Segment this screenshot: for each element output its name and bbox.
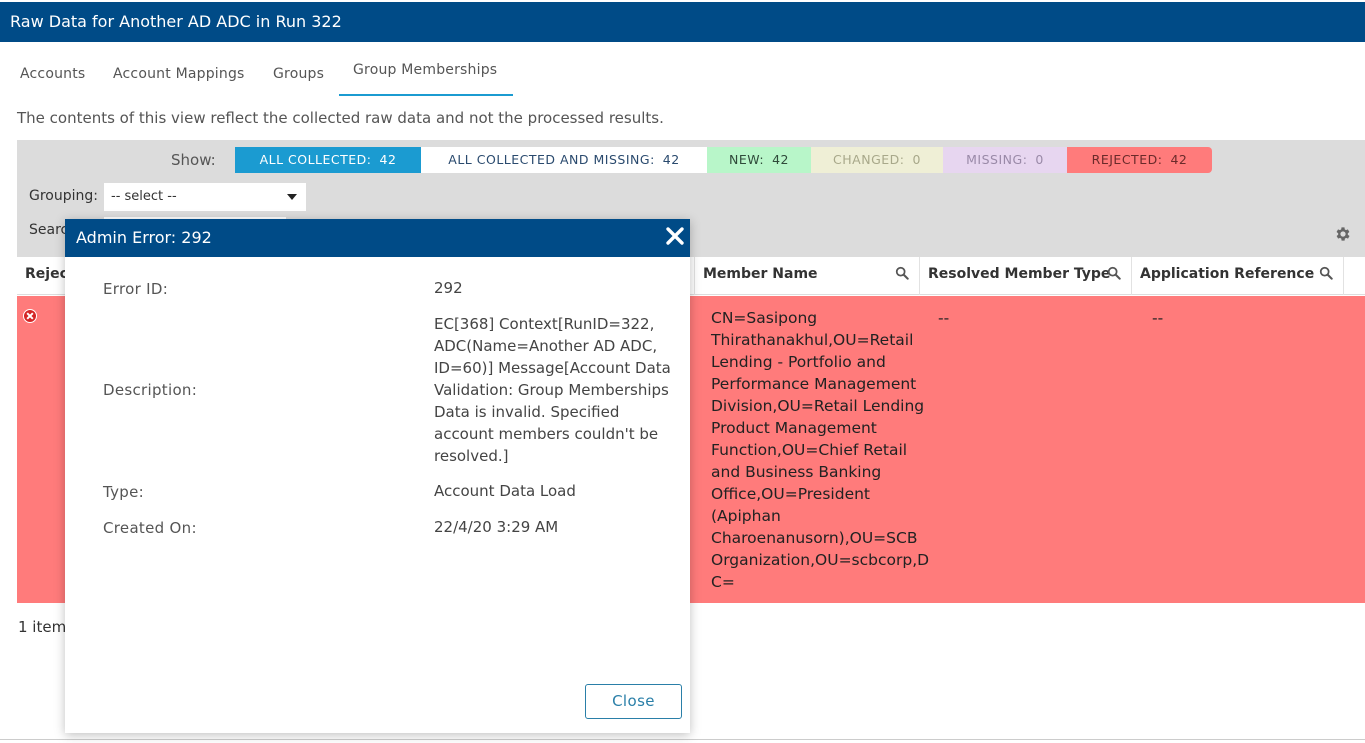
cell-application-reference: -- xyxy=(1152,309,1164,327)
description-line: EC[368] Context[RunID=322, xyxy=(434,315,655,333)
chip-count: 42 xyxy=(379,152,397,167)
chip-count: 0 xyxy=(1035,152,1044,167)
member-name-line: Charoenanusorn),OU=SCB xyxy=(711,529,918,547)
description-line: ADC(Name=Another AD ADC, xyxy=(434,337,658,355)
active-tab-underline xyxy=(339,94,513,96)
column-header-member-name[interactable]: Member Name xyxy=(695,257,920,295)
member-name-line: (Apiphan xyxy=(711,507,781,525)
member-name-line: Division,OU=Retail Lending xyxy=(711,397,925,415)
tab-groups[interactable]: Groups xyxy=(273,66,324,82)
member-name-line: Function,OU=Chief Retail xyxy=(711,441,908,459)
admin-error-dialog: Admin Error: 292 Error ID: 292 Descripti… xyxy=(65,219,690,733)
chip-new[interactable]: NEW: 42 xyxy=(707,147,811,173)
description-line: account members couldn't be xyxy=(434,425,659,443)
magnifier-icon[interactable] xyxy=(1107,266,1121,280)
cell-resolved-member-type: -- xyxy=(938,309,950,327)
chip-label: NEW: xyxy=(729,152,765,167)
chip-count: 42 xyxy=(1170,152,1188,167)
description-label: Description: xyxy=(103,381,198,399)
chip-count: 42 xyxy=(662,152,680,167)
dialog-title: Admin Error: 292 xyxy=(65,219,690,257)
chip-label: MISSING: xyxy=(966,152,1028,167)
description-line: Validation: Group Memberships xyxy=(434,381,669,399)
type-label: Type: xyxy=(103,483,145,501)
chip-missing[interactable]: MISSING: 0 xyxy=(943,147,1067,173)
magnifier-icon[interactable] xyxy=(895,266,909,280)
description-line: Data is invalid. Specified xyxy=(434,403,620,421)
divider xyxy=(0,739,1365,740)
gear-icon[interactable] xyxy=(1334,225,1352,243)
grouping-label: Grouping: xyxy=(29,188,98,204)
close-x-icon[interactable] xyxy=(665,226,685,246)
search-label: Searc xyxy=(29,222,69,238)
item-count: 1 item xyxy=(18,618,67,636)
created-on-label: Created On: xyxy=(103,519,197,537)
chip-changed[interactable]: CHANGED: 0 xyxy=(811,147,943,173)
description-value: EC[368] Context[RunID=322, ADC(Name=Anot… xyxy=(434,313,674,467)
type-value: Account Data Load xyxy=(434,482,576,500)
chip-all-collected[interactable]: ALL COLLECTED: 42 xyxy=(235,147,421,173)
error-id-label: Error ID: xyxy=(103,280,169,298)
window-title: Raw Data for Another AD ADC in Run 322 xyxy=(0,2,1365,42)
column-header-label: Member Name xyxy=(703,266,818,282)
description-line: ID=60)] Message[Account Data xyxy=(434,359,671,377)
chip-all-collected-and-missing[interactable]: ALL COLLECTED AND MISSING: 42 xyxy=(421,147,707,173)
chip-label: REJECTED: xyxy=(1091,152,1163,167)
column-header-label: Application Reference xyxy=(1140,266,1315,282)
member-name-line: Product Management xyxy=(711,419,877,437)
grouping-select[interactable]: -- select -- xyxy=(104,183,306,211)
close-button[interactable]: Close xyxy=(585,684,682,719)
member-name-line: Thirathanakhul,OU=Retail xyxy=(711,331,914,349)
grouping-select-value: -- select -- xyxy=(111,189,177,204)
description-line: resolved.] xyxy=(434,447,509,465)
info-text: The contents of this view reflect the co… xyxy=(17,109,664,127)
show-label: Show: xyxy=(171,151,216,169)
error-id-value: 292 xyxy=(434,279,463,297)
member-name-line: and Business Banking xyxy=(711,463,882,481)
created-on-value: 22/4/20 3:29 AM xyxy=(434,518,559,536)
member-name-line: C= xyxy=(711,573,735,591)
chevron-down-icon xyxy=(287,194,297,200)
tab-accounts[interactable]: Accounts xyxy=(20,66,85,82)
chip-count: 42 xyxy=(772,152,789,167)
chip-rejected[interactable]: REJECTED: 42 xyxy=(1067,147,1212,173)
error-circle-icon[interactable] xyxy=(23,309,37,323)
member-name-line: Organization,OU=scbcorp,D xyxy=(711,551,930,569)
column-header-resolved-member-type[interactable]: Resolved Member Type xyxy=(920,257,1132,295)
member-name-line: Office,OU=President xyxy=(711,485,871,503)
chip-label: ALL COLLECTED: xyxy=(259,152,372,167)
tab-group-memberships[interactable]: Group Memberships xyxy=(353,62,497,78)
member-name-line: Lending - Portfolio and xyxy=(711,353,886,371)
chip-count: 0 xyxy=(912,152,921,167)
tab-account-mappings[interactable]: Account Mappings xyxy=(113,66,245,82)
chip-label: CHANGED: xyxy=(833,152,905,167)
tab-bar: Accounts Account Mappings Groups Group M… xyxy=(0,42,1365,96)
chip-label: ALL COLLECTED AND MISSING: xyxy=(448,152,655,167)
member-name-line: Performance Management xyxy=(711,375,917,393)
cell-member-name: CN=Sasipong Thirathanakhul,OU=Retail Len… xyxy=(711,307,930,593)
column-header-application-reference[interactable]: Application Reference xyxy=(1132,257,1344,295)
column-header-label: Resolved Member Type xyxy=(928,266,1111,282)
column-header-label: Rejec xyxy=(25,266,68,282)
magnifier-icon[interactable] xyxy=(1319,266,1333,280)
member-name-line: CN=Sasipong xyxy=(711,309,818,327)
